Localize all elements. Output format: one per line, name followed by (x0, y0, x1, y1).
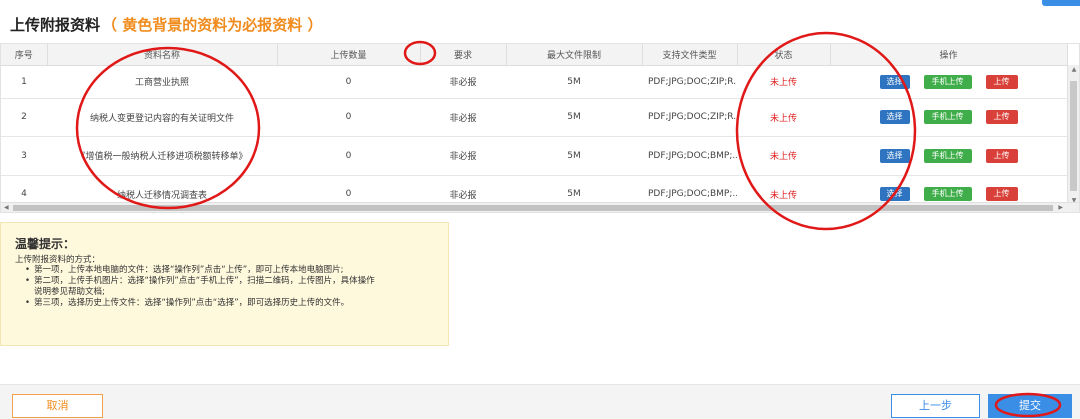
tip-item: 第三项，选择历史上传文件：选择“操作列”点击“选择”，即可选择历史上传的文件。 (25, 298, 434, 309)
scroll-left-arrow-icon[interactable]: ◀ (4, 203, 9, 212)
file-types: PDF;JPG;DOC;BMP;... (642, 136, 737, 176)
vertical-scroll-thumb[interactable] (1070, 81, 1077, 191)
mobile-upload-button[interactable]: 手机上传 (923, 110, 972, 125)
col-header-requirement: 要求 (420, 44, 507, 66)
tip-item: 第二项，上传手机图片：选择“操作列”点击“手机上传”，扫描二维码，上传图片，具体… (25, 276, 434, 287)
max-file-size: 5M (506, 98, 642, 137)
col-header-no: 序号 (1, 44, 48, 66)
cancel-button[interactable]: 取消 (12, 394, 103, 418)
attachments-table: 序号 资料名称 上传数量 要求 最大文件限制 支持文件类型 状态 操作 1 工商… (1, 44, 1068, 212)
row-actions: 选择 手机上传 上传 (830, 136, 1067, 176)
upload-status: 未上传 (737, 98, 830, 137)
row-actions: 选择 手机上传 上传 (830, 98, 1067, 137)
table-row: 3 《增值税一般纳税人迁移进项税额转移单》 0 非必报 5M PDF;JPG;D… (1, 136, 1067, 176)
row-number: 3 (1, 136, 47, 176)
upload-button[interactable]: 上传 (985, 74, 1018, 89)
requirement: 非必报 (420, 65, 506, 99)
vertical-scrollbar[interactable]: ▲ ▼ (1067, 65, 1079, 205)
max-file-size: 5M (506, 65, 642, 99)
upload-attachments-page: 上传附报资料 （ 黄色背景的资料为必报资料 ） 序号 资料名称 上传数量 要求 … (0, 0, 1080, 419)
upload-count: 0 (277, 98, 420, 137)
col-header-name: 资料名称 (47, 44, 278, 66)
upload-button[interactable]: 上传 (985, 110, 1018, 125)
material-name: 工商营业执照 (47, 65, 277, 99)
page-title-row: 上传附报资料 （ 黄色背景的资料为必报资料 ） (10, 14, 322, 34)
tips-panel: 温馨提示： 上传附报资料的方式： 第一项，上传本地电脑的文件：选择“操作列”点击… (0, 222, 449, 346)
tips-title: 温馨提示： (15, 237, 76, 251)
horizontal-scrollbar[interactable]: ◀ ▶ (1, 202, 1079, 212)
choose-button[interactable]: 选择 (879, 187, 910, 201)
tips-list: 第一项，上传本地电脑的文件：选择“操作列”点击“上传”，即可上传本地电脑图片; … (15, 265, 434, 309)
row-number: 2 (1, 98, 47, 137)
material-name: 《增值税一般纳税人迁移进项税额转移单》 (47, 136, 277, 176)
upload-button[interactable]: 上传 (985, 148, 1018, 163)
upload-count: 0 (277, 65, 420, 99)
upload-button[interactable]: 上传 (985, 187, 1018, 201)
footer-bar: 取消 上一步 提交 (0, 384, 1080, 419)
row-number: 1 (1, 65, 47, 99)
choose-button[interactable]: 选择 (879, 110, 910, 125)
tip-item-continuation: 说明参见帮助文档; (34, 287, 105, 297)
choose-button[interactable]: 选择 (879, 74, 910, 89)
previous-step-button[interactable]: 上一步 (891, 394, 980, 418)
page-subtitle: （ 黄色背景的资料为必报资料 ） (102, 16, 323, 34)
scroll-up-arrow-icon[interactable]: ▲ (1068, 66, 1079, 73)
mobile-upload-button[interactable]: 手机上传 (923, 187, 972, 201)
upload-status: 未上传 (737, 65, 830, 99)
col-header-actions: 操作 (830, 44, 1068, 66)
choose-button[interactable]: 选择 (879, 148, 910, 163)
max-file-size: 5M (506, 136, 642, 176)
horizontal-scroll-thumb[interactable] (13, 205, 1053, 211)
material-name: 纳税人变更登记内容的有关证明文件 (47, 98, 277, 137)
requirement: 非必报 (420, 136, 506, 176)
col-header-count: 上传数量 (277, 44, 421, 66)
requirement: 非必报 (420, 98, 506, 137)
table-header-row: 序号 资料名称 上传数量 要求 最大文件限制 支持文件类型 状态 操作 (1, 44, 1068, 66)
file-types: PDF;JPG;DOC;ZIP;R... (642, 65, 737, 99)
mobile-upload-button[interactable]: 手机上传 (923, 74, 972, 89)
upload-count: 0 (277, 136, 420, 176)
page-title: 上传附报资料 (10, 16, 101, 34)
mobile-upload-button[interactable]: 手机上传 (923, 148, 972, 163)
col-header-file-types: 支持文件类型 (642, 44, 738, 66)
col-header-max-size: 最大文件限制 (506, 44, 643, 66)
table-row: 2 纳税人变更登记内容的有关证明文件 0 非必报 5M PDF;JPG;DOC;… (1, 98, 1067, 137)
tip-item: 第一项，上传本地电脑的文件：选择“操作列”点击“上传”，即可上传本地电脑图片; (25, 265, 434, 276)
row-actions: 选择 手机上传 上传 (830, 65, 1067, 99)
upload-status: 未上传 (737, 136, 830, 176)
attachments-table-container: 序号 资料名称 上传数量 要求 最大文件限制 支持文件类型 状态 操作 1 工商… (0, 43, 1080, 213)
file-types: PDF;JPG;DOC;ZIP;R... (642, 98, 737, 137)
col-header-status: 状态 (737, 44, 831, 66)
table-row: 1 工商营业执照 0 非必报 5M PDF;JPG;DOC;ZIP;R... 未… (1, 65, 1067, 99)
submit-button[interactable]: 提交 (988, 394, 1072, 418)
scroll-right-arrow-icon[interactable]: ▶ (1058, 203, 1063, 212)
top-corner-tab[interactable] (1042, 0, 1080, 6)
tips-intro: 上传附报资料的方式： (15, 255, 101, 265)
